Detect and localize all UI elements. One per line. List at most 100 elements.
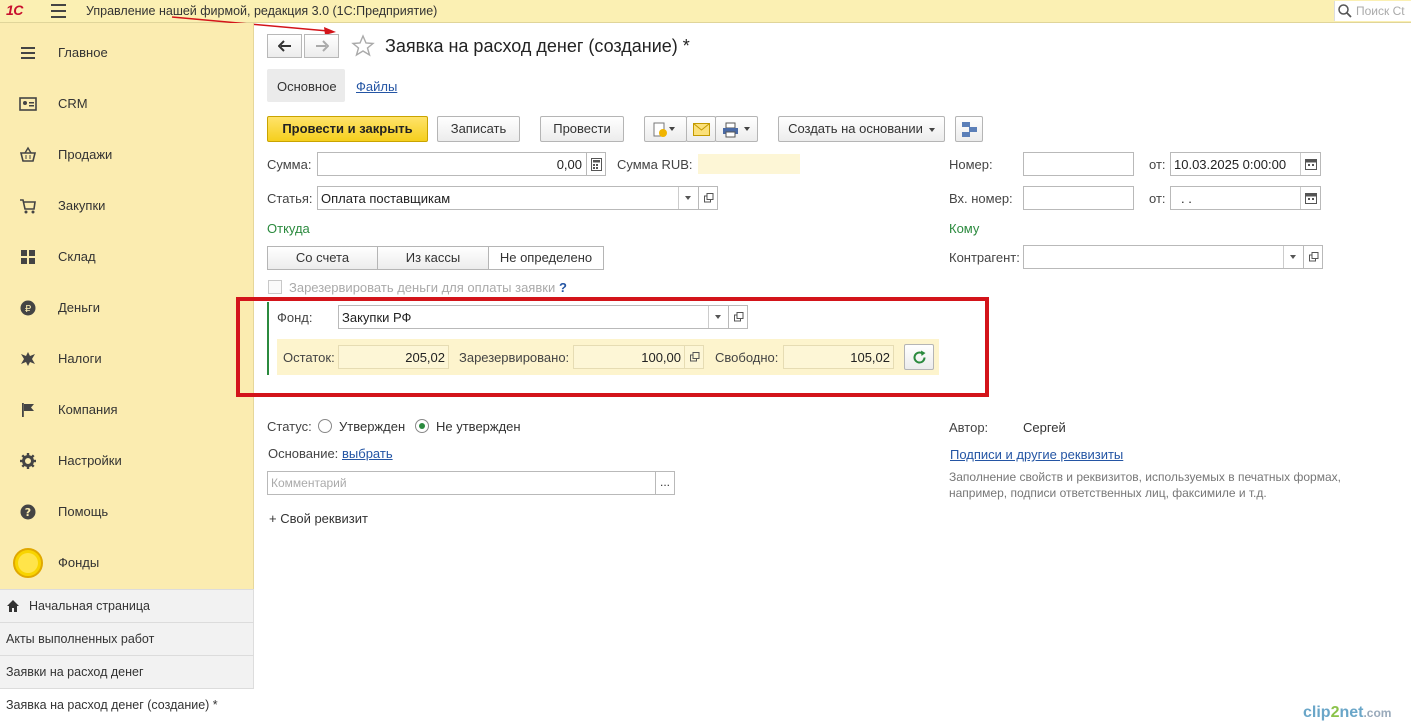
contact-card-icon bbox=[19, 97, 37, 111]
sidebar-item-money[interactable]: ₽ Деньги bbox=[0, 282, 254, 333]
structure-button[interactable] bbox=[955, 116, 983, 142]
status-radio-not-approved[interactable] bbox=[415, 419, 429, 433]
article-label: Статья: bbox=[267, 191, 313, 206]
sidebar-item-main[interactable]: Главное bbox=[0, 27, 254, 78]
sidebar-item-settings[interactable]: Настройки bbox=[0, 435, 254, 486]
reserve-help-icon[interactable]: ? bbox=[559, 280, 567, 295]
chevron-down-icon bbox=[744, 127, 750, 131]
from-section-title: Откуда bbox=[267, 221, 310, 236]
source-option-undefined[interactable]: Не определено bbox=[488, 246, 604, 270]
sidebar-item-label: Фонды bbox=[58, 555, 100, 570]
article-value: Оплата поставщикам bbox=[321, 191, 451, 206]
sidebar-item-warehouse[interactable]: Склад bbox=[0, 231, 254, 282]
sidebar-item-taxes[interactable]: Налоги bbox=[0, 333, 254, 384]
tab-main[interactable]: Основное bbox=[267, 69, 345, 102]
date-label: от: bbox=[1149, 157, 1166, 172]
ruble-coin-icon: ₽ bbox=[20, 300, 36, 316]
app-logo: 1С bbox=[6, 2, 23, 18]
add-custom-attribute-button[interactable]: + Свой реквизит bbox=[269, 511, 368, 526]
create-based-on-button[interactable]: Создать на основании bbox=[778, 116, 945, 142]
question-icon: ? bbox=[20, 504, 36, 520]
source-option-cash[interactable]: Из кассы bbox=[377, 246, 489, 270]
window-item-requests[interactable]: Заявки на расход денег bbox=[0, 655, 254, 688]
back-button[interactable] bbox=[267, 34, 302, 58]
reserve-checkbox[interactable] bbox=[268, 280, 282, 294]
signatures-hint: Заполнение свойств и реквизитов, использ… bbox=[949, 470, 1341, 500]
date-value: 10.03.2025 0:00:00 bbox=[1174, 157, 1287, 172]
sidebar-item-help[interactable]: ? Помощь bbox=[0, 486, 254, 537]
source-option-account[interactable]: Со счета bbox=[267, 246, 378, 270]
calendar-icon bbox=[1305, 159, 1317, 170]
window-item-home[interactable]: Начальная страница bbox=[0, 589, 254, 622]
sidebar-item-label: Помощь bbox=[58, 504, 109, 519]
chevron-down-icon bbox=[669, 127, 675, 131]
sidebar-item-company[interactable]: Компания bbox=[0, 384, 254, 435]
open-link-icon bbox=[704, 193, 714, 203]
article-select[interactable]: Оплата поставщикам bbox=[317, 186, 699, 210]
sidebar-item-purchases[interactable]: Закупки bbox=[0, 180, 254, 231]
status-radio-approved[interactable] bbox=[318, 419, 332, 433]
sidebar-item-label: Склад bbox=[58, 249, 96, 264]
sum-value: 0,00 bbox=[556, 157, 582, 172]
open-windows-panel: Начальная страница Акты выполненных рабо… bbox=[0, 589, 254, 725]
window-item-current[interactable]: Заявка на расход денег (создание) * bbox=[0, 688, 254, 725]
sidebar: Главное CRM Продажи Закупки Склад ₽ День… bbox=[0, 23, 254, 589]
calendar-button[interactable] bbox=[1300, 153, 1320, 175]
post-and-close-button[interactable]: Провести и закрыть bbox=[267, 116, 428, 142]
in-date-input[interactable]: . . bbox=[1170, 186, 1321, 210]
svg-text:₽: ₽ bbox=[25, 304, 32, 315]
in-date-label: от: bbox=[1149, 191, 1166, 206]
comment-expand-button[interactable]: ... bbox=[655, 471, 675, 495]
sum-rub-value bbox=[698, 154, 800, 174]
printer-icon bbox=[723, 122, 738, 138]
basket-icon bbox=[19, 146, 37, 162]
sidebar-item-label: Деньги bbox=[58, 300, 100, 315]
window-item-label: Акты выполненных работ bbox=[6, 632, 155, 646]
author-value: Сергей bbox=[1023, 420, 1066, 435]
search-icon[interactable] bbox=[1337, 3, 1353, 19]
print-dropdown-button[interactable] bbox=[715, 116, 758, 142]
hamburger-menu-icon[interactable] bbox=[51, 4, 66, 18]
sidebar-item-label: Настройки bbox=[58, 453, 122, 468]
email-button[interactable] bbox=[686, 116, 716, 142]
sidebar-item-funds[interactable]: Фонды bbox=[0, 537, 254, 588]
open-link-icon bbox=[1309, 252, 1319, 262]
yellow-circle-icon bbox=[13, 548, 43, 578]
cart-icon bbox=[20, 199, 36, 214]
author-label: Автор: bbox=[949, 420, 989, 435]
calculator-icon bbox=[591, 158, 602, 171]
save-button[interactable]: Записать bbox=[437, 116, 520, 142]
calendar-button[interactable] bbox=[1300, 187, 1320, 209]
article-dropdown-button[interactable] bbox=[678, 187, 698, 209]
counterparty-open-button[interactable] bbox=[1303, 245, 1323, 269]
counterparty-select[interactable] bbox=[1023, 245, 1304, 269]
tab-files[interactable]: Файлы bbox=[356, 79, 397, 94]
signatures-link[interactable]: Подписи и другие реквизиты bbox=[950, 447, 1123, 462]
calculator-button[interactable] bbox=[586, 152, 606, 176]
to-section-title: Кому bbox=[949, 221, 980, 236]
star-favorite-icon[interactable] bbox=[351, 34, 375, 58]
arrow-right-icon bbox=[316, 40, 329, 52]
basis-select-link[interactable]: выбрать bbox=[342, 446, 393, 461]
emblem-icon bbox=[21, 352, 35, 366]
reserve-checkbox-label: Зарезервировать деньги для оплаты заявки bbox=[289, 280, 556, 295]
number-input[interactable] bbox=[1023, 152, 1134, 176]
sum-input[interactable]: 0,00 bbox=[317, 152, 587, 176]
attach-dropdown-button[interactable] bbox=[644, 116, 687, 142]
article-open-button[interactable] bbox=[698, 186, 718, 210]
in-number-input[interactable] bbox=[1023, 186, 1134, 210]
window-item-acts[interactable]: Акты выполненных работ bbox=[0, 622, 254, 655]
document-clip-icon bbox=[653, 122, 667, 137]
status-approved-label: Утвержден bbox=[339, 419, 406, 434]
flag-icon bbox=[22, 403, 34, 417]
comment-input[interactable]: Комментарий bbox=[267, 471, 656, 495]
forward-button[interactable] bbox=[304, 34, 339, 58]
sidebar-item-crm[interactable]: CRM bbox=[0, 78, 254, 129]
date-input[interactable]: 10.03.2025 0:00:00 bbox=[1170, 152, 1321, 176]
sidebar-item-sales[interactable]: Продажи bbox=[0, 129, 254, 180]
counterparty-dropdown-button[interactable] bbox=[1283, 246, 1303, 268]
calendar-icon bbox=[1305, 193, 1317, 204]
post-button[interactable]: Провести bbox=[540, 116, 624, 142]
window-item-label: Заявки на расход денег bbox=[6, 665, 144, 679]
counterparty-label: Контрагент: bbox=[949, 250, 1020, 265]
